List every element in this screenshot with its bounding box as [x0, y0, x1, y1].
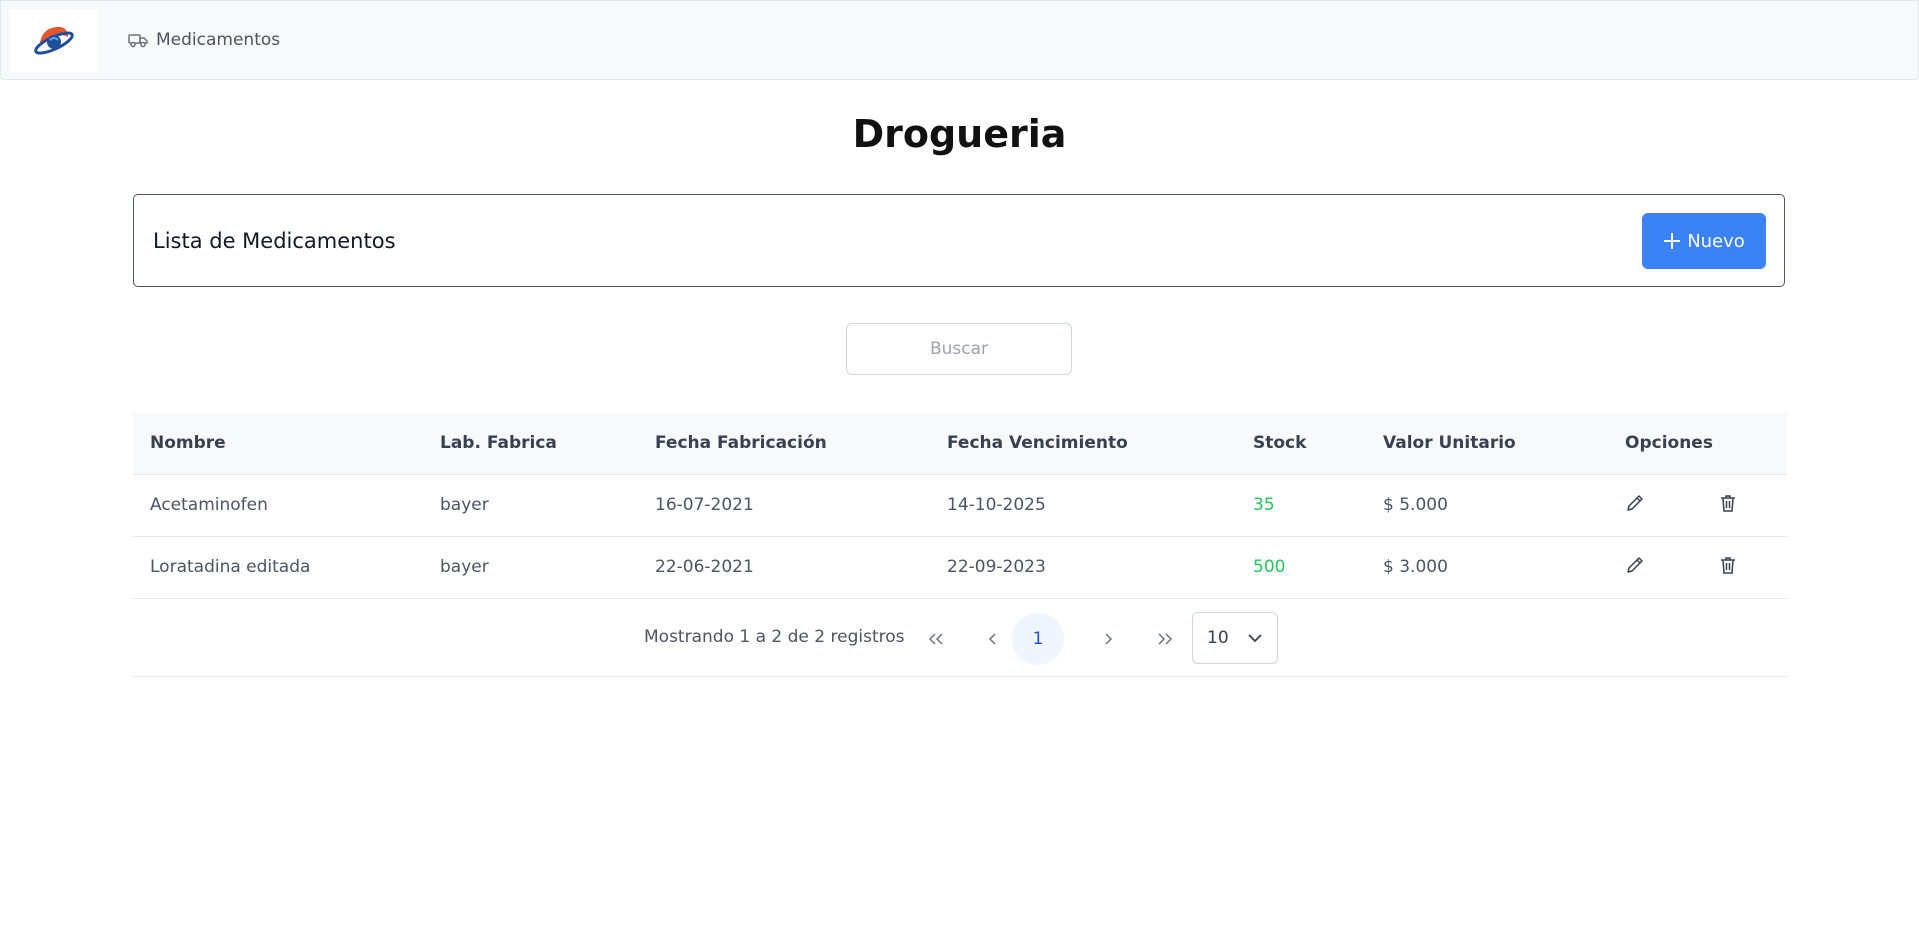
new-button[interactable]: Nuevo [1642, 213, 1766, 269]
column-header-fecha-fabricacion[interactable]: Fecha Fabricación [638, 413, 930, 475]
next-page-button[interactable] [1082, 613, 1134, 665]
nav-item-medicamentos[interactable]: Medicamentos [128, 27, 280, 53]
cell-fecha-fabricacion: 16-07-2021 [638, 474, 930, 537]
trash-icon[interactable] [1718, 555, 1738, 580]
edit-icon[interactable] [1625, 555, 1645, 580]
new-button-label: Nuevo [1687, 230, 1745, 252]
last-page-button[interactable] [1139, 613, 1191, 665]
logo-icon [33, 26, 74, 55]
cell-opciones [1608, 536, 1787, 599]
trash-icon[interactable] [1718, 493, 1738, 518]
truck-icon [128, 34, 148, 48]
edit-icon[interactable] [1625, 493, 1645, 518]
column-header-nombre[interactable]: Nombre [133, 413, 423, 475]
table-row: Loratadina editada bayer 22-06-2021 22-0… [133, 536, 1787, 599]
cell-lab: bayer [423, 536, 638, 599]
chevron-left-icon [988, 633, 996, 645]
rows-per-page-value: 10 [1207, 628, 1229, 648]
cell-fecha-vencimiento: 22-09-2023 [930, 536, 1236, 599]
first-page-button[interactable] [910, 613, 962, 665]
cell-fecha-fabricacion: 22-06-2021 [638, 536, 930, 599]
top-navbar: Medicamentos [0, 0, 1919, 80]
page-button-1[interactable]: 1 [1012, 613, 1064, 665]
plus-icon [1664, 233, 1681, 249]
cell-lab: bayer [423, 474, 638, 537]
cell-nombre: Acetaminofen [133, 474, 423, 537]
chevron-right-icon [1105, 633, 1113, 645]
double-chevron-right-icon [1158, 633, 1173, 645]
column-header-fecha-vencimiento[interactable]: Fecha Vencimiento [930, 413, 1236, 475]
medicamentos-table: Nombre Lab. Fabrica Fecha Fabricación Fe… [133, 413, 1787, 599]
table-header-row: Nombre Lab. Fabrica Fecha Fabricación Fe… [133, 413, 1787, 475]
card-title: Lista de Medicamentos [153, 229, 396, 253]
column-header-opciones: Opciones [1608, 413, 1787, 475]
column-header-lab-fabrica[interactable]: Lab. Fabrica [423, 413, 638, 475]
cell-valor: $ 3.000 [1366, 536, 1608, 599]
table-row: Acetaminofen bayer 16-07-2021 14-10-2025… [133, 474, 1787, 537]
logo[interactable] [9, 9, 98, 72]
cell-opciones [1608, 474, 1787, 537]
cell-fecha-vencimiento: 14-10-2025 [930, 474, 1236, 537]
nav-item-label: Medicamentos [156, 30, 281, 50]
column-header-valor-unitario[interactable]: Valor Unitario [1366, 413, 1608, 475]
cell-stock: 500 [1236, 536, 1366, 599]
paginator: Mostrando 1 a 2 de 2 registros 1 10 [133, 600, 1787, 677]
pagination-info: Mostrando 1 a 2 de 2 registros [644, 627, 905, 647]
list-header-card: Lista de Medicamentos Nuevo [133, 194, 1785, 287]
column-header-stock[interactable]: Stock [1236, 413, 1366, 475]
cell-valor: $ 5.000 [1366, 474, 1608, 537]
search-input[interactable] [846, 323, 1072, 375]
double-chevron-left-icon [928, 633, 943, 645]
chevron-down-icon [1248, 634, 1262, 643]
page-title: Drogueria [852, 112, 1067, 156]
cell-stock: 35 [1236, 474, 1366, 537]
cell-nombre: Loratadina editada [133, 536, 423, 599]
rows-per-page-dropdown[interactable]: 10 [1192, 612, 1278, 664]
